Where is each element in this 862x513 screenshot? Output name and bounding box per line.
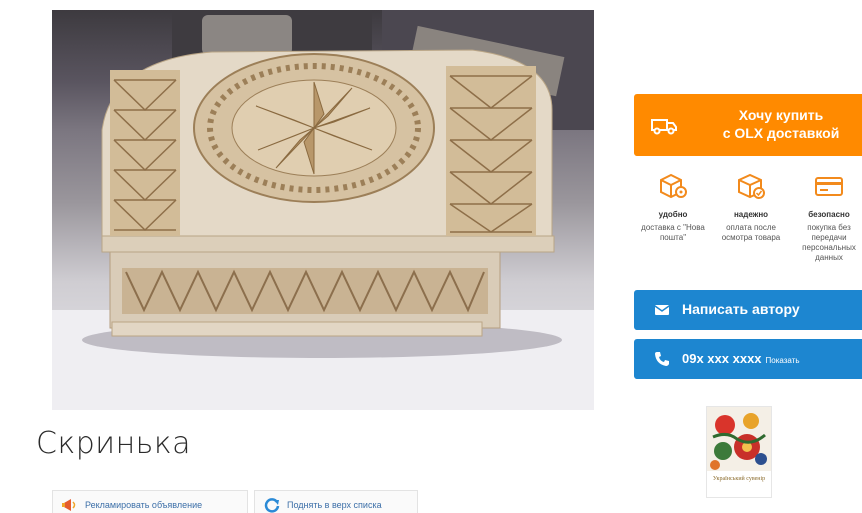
buy-line-2: с OLX доставкой (722, 125, 840, 141)
box-check-icon (738, 173, 765, 199)
raise-listing-button[interactable]: Поднять в верх списка (254, 490, 418, 513)
advertise-label: Рекламировать объявление (85, 500, 203, 510)
listing-title: Скринька (36, 426, 192, 461)
shop-logo[interactable]: Український сувенір (706, 406, 772, 498)
show-phone-button[interactable]: 09x xxx xxxx Показать (634, 339, 862, 379)
phone-icon (655, 352, 669, 366)
feature-body: доставка с "Нова пошта" (641, 223, 705, 242)
refresh-icon (264, 498, 280, 513)
buy-with-delivery-button[interactable]: Хочу купить с OLX доставкой (634, 94, 862, 156)
shop-logo-image (707, 407, 771, 471)
feature-head: безопасно (808, 210, 850, 219)
write-author-button[interactable]: Написать автору (634, 290, 862, 330)
feature-head: надежно (733, 210, 769, 219)
phone-label-wrap: 09x xxx xxxx Показать (682, 351, 800, 366)
advertise-button[interactable]: Рекламировать объявление (52, 490, 248, 513)
envelope-icon (654, 305, 670, 315)
buy-button-text: Хочу купить с OLX доставкой (688, 106, 862, 142)
megaphone-icon (62, 499, 76, 511)
feature-body: покупка без передачи персональных данных (802, 223, 856, 262)
card-icon (815, 177, 843, 196)
delivery-truck-icon (651, 119, 677, 135)
feature-body: оплата после осмотра товара (721, 223, 781, 242)
feature-reliable: надежно оплата после осмотра товара (712, 164, 790, 243)
carved-box-image (52, 10, 594, 410)
location-box-icon (660, 173, 687, 199)
show-phone-link[interactable]: Показать (766, 356, 800, 365)
delivery-features: удобно доставка с "Нова пошта" надежно о… (634, 164, 862, 284)
listing-photo[interactable] (52, 10, 594, 410)
feature-convenient: удобно доставка с "Нова пошта" (634, 164, 712, 243)
shop-caption: Український сувенір (712, 476, 766, 482)
raise-label: Поднять в верх списка (287, 500, 382, 510)
feature-head: удобно (658, 210, 688, 219)
write-author-label: Написать автору (682, 301, 800, 317)
buy-line-1: Хочу купить (738, 107, 824, 123)
phone-number: 09x xxx xxxx (682, 351, 762, 366)
feature-safe: безопасно покупка без передачи персональ… (790, 164, 862, 263)
